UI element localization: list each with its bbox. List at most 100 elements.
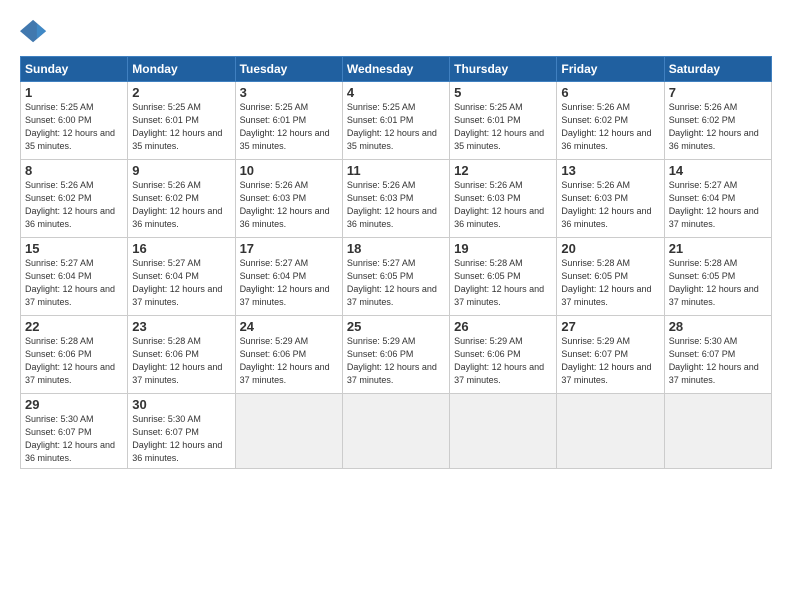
calendar-cell [557,394,664,469]
calendar-cell: 8Sunrise: 5:26 AMSunset: 6:02 PMDaylight… [21,160,128,238]
day-number: 14 [669,163,767,178]
day-number: 27 [561,319,659,334]
calendar-cell: 20Sunrise: 5:28 AMSunset: 6:05 PMDayligh… [557,238,664,316]
day-number: 19 [454,241,552,256]
day-info: Sunrise: 5:25 AMSunset: 6:01 PMDaylight:… [132,101,230,153]
calendar-cell: 26Sunrise: 5:29 AMSunset: 6:06 PMDayligh… [450,316,557,394]
day-info: Sunrise: 5:26 AMSunset: 6:02 PMDaylight:… [132,179,230,231]
calendar-cell: 6Sunrise: 5:26 AMSunset: 6:02 PMDaylight… [557,82,664,160]
calendar-cell: 2Sunrise: 5:25 AMSunset: 6:01 PMDaylight… [128,82,235,160]
weekday-header: Tuesday [235,57,342,82]
day-info: Sunrise: 5:26 AMSunset: 6:02 PMDaylight:… [561,101,659,153]
day-number: 7 [669,85,767,100]
day-number: 23 [132,319,230,334]
calendar-cell: 15Sunrise: 5:27 AMSunset: 6:04 PMDayligh… [21,238,128,316]
calendar-cell: 28Sunrise: 5:30 AMSunset: 6:07 PMDayligh… [664,316,771,394]
day-info: Sunrise: 5:26 AMSunset: 6:03 PMDaylight:… [561,179,659,231]
calendar-cell: 4Sunrise: 5:25 AMSunset: 6:01 PMDaylight… [342,82,449,160]
day-info: Sunrise: 5:26 AMSunset: 6:03 PMDaylight:… [347,179,445,231]
day-info: Sunrise: 5:28 AMSunset: 6:06 PMDaylight:… [25,335,123,387]
day-info: Sunrise: 5:29 AMSunset: 6:07 PMDaylight:… [561,335,659,387]
day-info: Sunrise: 5:30 AMSunset: 6:07 PMDaylight:… [132,413,230,465]
day-number: 11 [347,163,445,178]
calendar-cell: 23Sunrise: 5:28 AMSunset: 6:06 PMDayligh… [128,316,235,394]
header [20,18,772,46]
day-number: 17 [240,241,338,256]
day-number: 5 [454,85,552,100]
day-number: 20 [561,241,659,256]
day-info: Sunrise: 5:27 AMSunset: 6:04 PMDaylight:… [240,257,338,309]
calendar-cell: 24Sunrise: 5:29 AMSunset: 6:06 PMDayligh… [235,316,342,394]
day-number: 21 [669,241,767,256]
day-number: 29 [25,397,123,412]
day-info: Sunrise: 5:29 AMSunset: 6:06 PMDaylight:… [240,335,338,387]
day-number: 9 [132,163,230,178]
calendar-cell: 17Sunrise: 5:27 AMSunset: 6:04 PMDayligh… [235,238,342,316]
page: SundayMondayTuesdayWednesdayThursdayFrid… [0,0,792,612]
day-info: Sunrise: 5:27 AMSunset: 6:04 PMDaylight:… [132,257,230,309]
calendar-cell: 1Sunrise: 5:25 AMSunset: 6:00 PMDaylight… [21,82,128,160]
weekday-header: Sunday [21,57,128,82]
day-info: Sunrise: 5:26 AMSunset: 6:03 PMDaylight:… [454,179,552,231]
day-info: Sunrise: 5:29 AMSunset: 6:06 PMDaylight:… [454,335,552,387]
day-info: Sunrise: 5:30 AMSunset: 6:07 PMDaylight:… [669,335,767,387]
calendar-cell [342,394,449,469]
day-number: 16 [132,241,230,256]
calendar-cell: 27Sunrise: 5:29 AMSunset: 6:07 PMDayligh… [557,316,664,394]
day-info: Sunrise: 5:26 AMSunset: 6:03 PMDaylight:… [240,179,338,231]
weekday-header: Friday [557,57,664,82]
day-number: 1 [25,85,123,100]
day-number: 18 [347,241,445,256]
day-info: Sunrise: 5:27 AMSunset: 6:04 PMDaylight:… [669,179,767,231]
day-info: Sunrise: 5:28 AMSunset: 6:05 PMDaylight:… [561,257,659,309]
day-number: 15 [25,241,123,256]
calendar-header-row: SundayMondayTuesdayWednesdayThursdayFrid… [21,57,772,82]
day-info: Sunrise: 5:28 AMSunset: 6:05 PMDaylight:… [454,257,552,309]
calendar-row: 15Sunrise: 5:27 AMSunset: 6:04 PMDayligh… [21,238,772,316]
day-info: Sunrise: 5:28 AMSunset: 6:06 PMDaylight:… [132,335,230,387]
calendar-cell: 13Sunrise: 5:26 AMSunset: 6:03 PMDayligh… [557,160,664,238]
calendar-cell [664,394,771,469]
day-number: 4 [347,85,445,100]
day-number: 28 [669,319,767,334]
calendar-cell: 22Sunrise: 5:28 AMSunset: 6:06 PMDayligh… [21,316,128,394]
day-number: 3 [240,85,338,100]
calendar-row: 22Sunrise: 5:28 AMSunset: 6:06 PMDayligh… [21,316,772,394]
day-number: 8 [25,163,123,178]
day-info: Sunrise: 5:29 AMSunset: 6:06 PMDaylight:… [347,335,445,387]
calendar-row: 1Sunrise: 5:25 AMSunset: 6:00 PMDaylight… [21,82,772,160]
calendar-cell [235,394,342,469]
day-info: Sunrise: 5:27 AMSunset: 6:05 PMDaylight:… [347,257,445,309]
day-info: Sunrise: 5:30 AMSunset: 6:07 PMDaylight:… [25,413,123,465]
calendar: SundayMondayTuesdayWednesdayThursdayFrid… [20,56,772,469]
calendar-cell: 29Sunrise: 5:30 AMSunset: 6:07 PMDayligh… [21,394,128,469]
calendar-row: 29Sunrise: 5:30 AMSunset: 6:07 PMDayligh… [21,394,772,469]
logo [20,18,54,46]
day-info: Sunrise: 5:26 AMSunset: 6:02 PMDaylight:… [669,101,767,153]
calendar-cell: 14Sunrise: 5:27 AMSunset: 6:04 PMDayligh… [664,160,771,238]
weekday-header: Saturday [664,57,771,82]
calendar-cell: 10Sunrise: 5:26 AMSunset: 6:03 PMDayligh… [235,160,342,238]
calendar-cell: 12Sunrise: 5:26 AMSunset: 6:03 PMDayligh… [450,160,557,238]
day-info: Sunrise: 5:25 AMSunset: 6:01 PMDaylight:… [347,101,445,153]
calendar-cell: 3Sunrise: 5:25 AMSunset: 6:01 PMDaylight… [235,82,342,160]
day-info: Sunrise: 5:28 AMSunset: 6:05 PMDaylight:… [669,257,767,309]
calendar-cell: 11Sunrise: 5:26 AMSunset: 6:03 PMDayligh… [342,160,449,238]
day-number: 6 [561,85,659,100]
day-number: 10 [240,163,338,178]
calendar-cell: 9Sunrise: 5:26 AMSunset: 6:02 PMDaylight… [128,160,235,238]
day-number: 13 [561,163,659,178]
day-number: 2 [132,85,230,100]
day-info: Sunrise: 5:25 AMSunset: 6:01 PMDaylight:… [240,101,338,153]
calendar-cell [450,394,557,469]
day-info: Sunrise: 5:26 AMSunset: 6:02 PMDaylight:… [25,179,123,231]
weekday-header: Monday [128,57,235,82]
calendar-cell: 21Sunrise: 5:28 AMSunset: 6:05 PMDayligh… [664,238,771,316]
calendar-cell: 19Sunrise: 5:28 AMSunset: 6:05 PMDayligh… [450,238,557,316]
day-info: Sunrise: 5:27 AMSunset: 6:04 PMDaylight:… [25,257,123,309]
day-info: Sunrise: 5:25 AMSunset: 6:01 PMDaylight:… [454,101,552,153]
calendar-cell: 25Sunrise: 5:29 AMSunset: 6:06 PMDayligh… [342,316,449,394]
calendar-cell: 16Sunrise: 5:27 AMSunset: 6:04 PMDayligh… [128,238,235,316]
weekday-header: Thursday [450,57,557,82]
day-number: 26 [454,319,552,334]
